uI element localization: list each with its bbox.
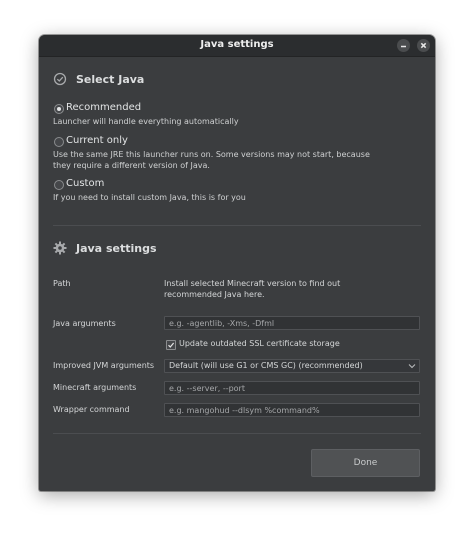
java-settings-dialog: Java settings Select Java Recommended La… <box>39 35 435 491</box>
wrapper-command-input[interactable] <box>164 403 420 417</box>
path-label: Path <box>53 279 71 288</box>
recommended-description: Launcher will handle everything automati… <box>53 117 239 126</box>
done-button[interactable]: Done <box>311 449 420 477</box>
improved-jvm-selected: Default (will use G1 or CMS GC) (recomme… <box>169 361 363 370</box>
title-bar[interactable]: Java settings <box>39 35 435 57</box>
close-button[interactable] <box>417 39 430 52</box>
ssl-checkbox[interactable] <box>166 340 176 350</box>
minecraft-arguments-input[interactable] <box>164 381 420 395</box>
ssl-checkbox-label[interactable]: Update outdated SSL certificate storage <box>179 339 340 348</box>
minecraft-arguments-label: Minecraft arguments <box>53 383 137 392</box>
close-icon <box>420 42 427 49</box>
select-java-title: Select Java <box>76 73 145 86</box>
java-arguments-label: Java arguments <box>53 319 116 328</box>
radio-button[interactable] <box>54 104 64 114</box>
radio-button[interactable] <box>54 180 64 190</box>
chevron-down-icon <box>408 364 416 369</box>
footer-divider <box>53 433 421 434</box>
check-circle-icon <box>53 72 67 86</box>
radio-label-recommended[interactable]: Recommended <box>66 102 141 113</box>
minimize-icon <box>401 45 406 48</box>
improved-jvm-label: Improved JVM arguments <box>53 361 155 370</box>
current-only-description: Use the same JRE this launcher runs on. … <box>53 150 370 170</box>
radio-button[interactable] <box>54 137 64 147</box>
java-arguments-input[interactable] <box>164 316 420 330</box>
minimize-button[interactable] <box>397 39 410 52</box>
improved-jvm-select[interactable]: Default (will use G1 or CMS GC) (recomme… <box>164 359 420 373</box>
gear-icon <box>53 241 67 255</box>
wrapper-command-label: Wrapper command <box>53 405 130 414</box>
java-settings-title: Java settings <box>76 242 157 255</box>
window-title: Java settings <box>200 39 274 50</box>
path-value: Install selected Minecraft version to fi… <box>164 279 341 299</box>
radio-label-current-only[interactable]: Current only <box>66 135 128 146</box>
section-divider <box>53 225 421 226</box>
custom-description: If you need to install custom Java, this… <box>53 193 246 202</box>
checkmark-icon <box>168 342 175 348</box>
radio-label-custom[interactable]: Custom <box>66 178 104 189</box>
